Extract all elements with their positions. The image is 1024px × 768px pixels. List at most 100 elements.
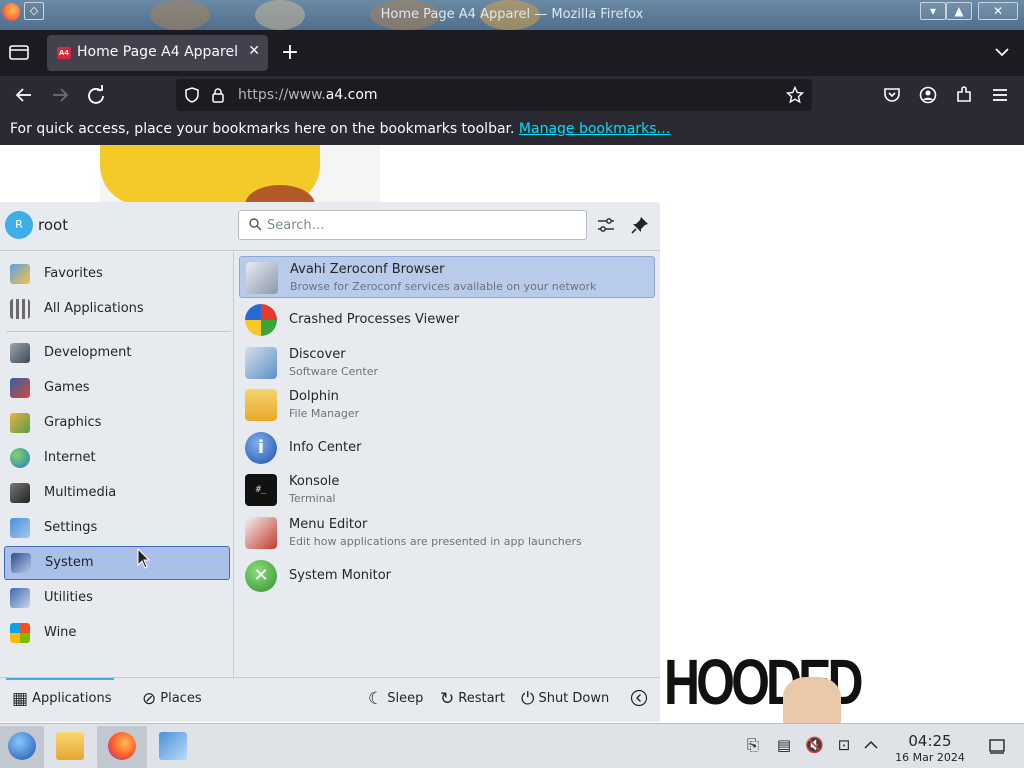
application-launcher: R root Favorites All Applications Develo… (0, 202, 660, 722)
close-tab-icon[interactable]: ✕ (248, 43, 260, 59)
utilities-icon (10, 588, 30, 608)
applications-grid-icon: ▦ (12, 689, 29, 709)
taskbar-firefox[interactable] (97, 726, 147, 768)
category-favorites[interactable]: Favorites (4, 257, 230, 291)
expand-tray-icon[interactable] (862, 736, 880, 754)
navigation-bar: https://www.a4.com (0, 76, 1024, 114)
power-icon: ⏻ (521, 689, 535, 709)
avahi-icon (246, 262, 278, 294)
window-title: Home Page A4 Apparel — Mozilla Firefox (380, 7, 644, 22)
category-development[interactable]: Development (4, 336, 230, 370)
system-icon (11, 553, 31, 573)
development-icon (10, 343, 30, 363)
menu-icon[interactable] (988, 84, 1012, 106)
search-field[interactable] (238, 210, 587, 240)
favorites-icon (10, 264, 30, 284)
manage-bookmarks-link[interactable]: Manage bookmarks… (519, 121, 671, 137)
leave-more-button[interactable] (630, 689, 648, 707)
search-input[interactable] (267, 216, 567, 234)
internet-icon (10, 448, 30, 468)
category-games[interactable]: Games (4, 371, 230, 405)
category-all-applications[interactable]: All Applications (4, 292, 230, 326)
category-graphics[interactable]: Graphics (4, 406, 230, 440)
input-method-icon[interactable]: ⊡ (835, 736, 853, 754)
url-text[interactable]: https://www.a4.com (238, 87, 378, 103)
dolphin-icon (245, 389, 277, 421)
multimedia-icon (10, 483, 30, 503)
restart-icon: ↻ (440, 689, 455, 709)
launcher-footer: ▦ Applications ⊘ Places ☾ Sleep ↻ Restart ⏻ S… (0, 677, 660, 722)
url-bar[interactable]: https://www.a4.com (176, 79, 812, 111)
taskbar-system-settings[interactable] (151, 726, 195, 768)
info-center-icon: i (245, 432, 277, 464)
bookmark-star-icon[interactable] (786, 86, 804, 104)
back-icon[interactable] (12, 84, 36, 106)
restart-button[interactable]: ↻ Restart (440, 689, 505, 709)
category-list: Favorites All Applications Development G… (0, 252, 234, 679)
taskbar-file-manager[interactable] (48, 726, 92, 768)
firefox-icon (108, 732, 136, 760)
tab-places[interactable]: ⊘ Places (142, 689, 202, 709)
close-window-button[interactable]: ✕ (978, 2, 1018, 20)
clock[interactable]: 04:25 16 Mar 2024 (890, 732, 970, 764)
category-multimedia[interactable]: Multimedia (4, 476, 230, 510)
a4-favicon-icon: A4 (57, 47, 71, 59)
app-crashed-processes-viewer[interactable]: Crashed Processes Viewer (239, 299, 655, 341)
window-titlebar[interactable]: ◇ Home Page A4 Apparel — Mozilla Firefox… (0, 0, 1024, 30)
app-info-center[interactable]: i Info Center (239, 427, 655, 469)
minimize-button[interactable]: ▾ (920, 2, 946, 20)
notes-icon[interactable]: ▤ (775, 736, 793, 754)
app-avahi-zeroconf-browser[interactable]: Avahi Zeroconf Browser Browse for Zeroco… (239, 256, 655, 298)
user-name: root (38, 216, 69, 234)
system-monitor-icon: ✕ (245, 560, 277, 592)
account-icon[interactable] (916, 84, 940, 106)
clipboard-icon[interactable]: ⎘ (744, 736, 762, 754)
pin-icon[interactable] (629, 214, 651, 236)
app-menu-editor[interactable]: Menu Editor Edit how applications are pr… (239, 512, 655, 554)
search-icon (248, 217, 262, 231)
shield-icon[interactable] (184, 87, 200, 103)
start-menu-button[interactable] (0, 726, 44, 768)
user-avatar[interactable]: R (5, 211, 33, 239)
tab-home-page[interactable]: A4 Home Page A4 Apparel ✕ (47, 35, 268, 71)
shutdown-button[interactable]: ⏻ Shut Down (521, 689, 609, 709)
pocket-icon[interactable] (880, 84, 904, 106)
new-tab-button[interactable]: + (278, 40, 302, 65)
tab-applications[interactable]: ▦ Applications (12, 689, 111, 709)
app-dolphin[interactable]: Dolphin File Manager (239, 384, 655, 426)
category-utilities[interactable]: Utilities (4, 581, 230, 615)
category-internet[interactable]: Internet (4, 441, 230, 475)
forward-icon[interactable] (48, 84, 72, 106)
konsole-icon: #_ (245, 474, 277, 506)
sleep-icon: ☾ (368, 689, 384, 709)
show-desktop-icon[interactable] (988, 737, 1006, 755)
category-wine[interactable]: Wine (4, 616, 230, 650)
bookmarks-message: For quick access, place your bookmarks h… (10, 121, 671, 137)
category-divider (6, 331, 231, 332)
list-tabs-icon[interactable] (992, 42, 1016, 62)
app-konsole[interactable]: #_ Konsole Terminal (239, 469, 655, 511)
app-discover[interactable]: Discover Software Center (239, 342, 655, 384)
category-settings[interactable]: Settings (4, 511, 230, 545)
firefox-view-icon[interactable] (8, 42, 32, 62)
sleep-button[interactable]: ☾ Sleep (368, 689, 423, 709)
crash-viewer-icon (245, 304, 277, 336)
category-system[interactable]: System (4, 546, 230, 580)
maximize-button[interactable]: ▲ (946, 2, 972, 20)
app-system-monitor[interactable]: ✕ System Monitor (239, 555, 655, 597)
header-divider (0, 250, 660, 251)
folder-icon (56, 732, 84, 760)
extensions-icon[interactable] (952, 84, 976, 106)
chevron-left-circle-icon (630, 689, 648, 707)
applications-tab-indicator (6, 678, 114, 680)
games-icon (10, 378, 30, 398)
tab-title: Home Page A4 Apparel (77, 44, 238, 60)
configure-icon[interactable] (595, 214, 617, 236)
lock-icon[interactable] (210, 87, 226, 103)
start-orb-icon (8, 732, 36, 760)
discover-icon (245, 347, 277, 379)
all-applications-icon (10, 299, 30, 319)
settings-icon (10, 518, 30, 538)
volume-muted-icon[interactable]: 🔇 (805, 736, 824, 754)
reload-icon[interactable] (84, 84, 108, 106)
